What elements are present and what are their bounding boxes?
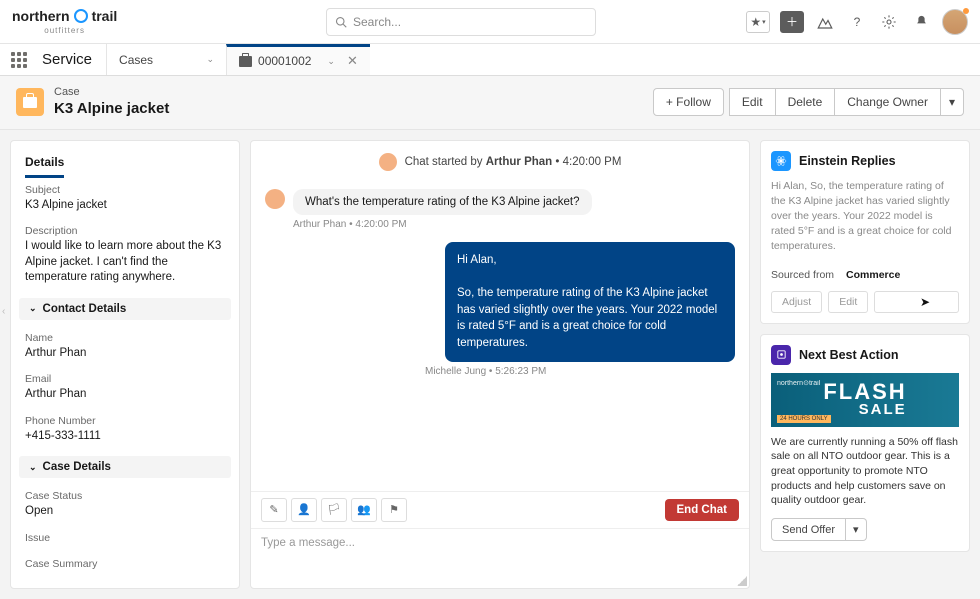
- scroll-indicator: ‹: [2, 306, 5, 317]
- status-label: Case Status: [25, 490, 225, 502]
- edit-reply-button[interactable]: Edit: [828, 291, 868, 313]
- chat-tool-5[interactable]: ⚑: [381, 498, 407, 522]
- notifications-icon[interactable]: [910, 11, 932, 33]
- name-label: Name: [25, 332, 225, 344]
- mouse-cursor-icon: ➤: [920, 295, 930, 309]
- send-offer-dropdown[interactable]: ▾: [846, 518, 867, 541]
- next-best-action-card: Next Best Action northern⊙trail FLASH SA…: [760, 334, 970, 552]
- app-launcher[interactable]: [0, 44, 38, 75]
- sourced-from: Sourced fromCommerce: [771, 269, 959, 281]
- email-label: Email: [25, 373, 225, 385]
- search-icon: [335, 16, 347, 28]
- follow-button[interactable]: + Follow: [653, 88, 724, 116]
- details-panel: Details Subject K3 Alpine jacket Descrip…: [10, 140, 240, 589]
- description-value: I would like to learn more about the K3 …: [25, 239, 225, 286]
- chat-tool-4[interactable]: 👥: [351, 498, 377, 522]
- favorites-button[interactable]: ★▾: [746, 11, 770, 33]
- details-tab[interactable]: Details: [25, 151, 64, 178]
- trailhead-icon[interactable]: [814, 11, 836, 33]
- phone-value: +415-333-1111: [25, 429, 225, 445]
- help-icon[interactable]: ?: [846, 11, 868, 33]
- einstein-replies-card: Einstein Replies Hi Alan, So, the temper…: [760, 140, 970, 324]
- chat-tool-1[interactable]: ✎: [261, 498, 287, 522]
- chevron-down-icon[interactable]: ⌄: [327, 56, 335, 67]
- brand-logo: northerntrail outfitters: [12, 9, 117, 35]
- resize-handle[interactable]: [737, 576, 747, 586]
- app-nav: Service Cases ⌄ 00001002 ⌄ ✕: [0, 44, 980, 76]
- insert-reply-button[interactable]: ➤: [874, 291, 959, 313]
- contact-details-header[interactable]: ⌄Contact Details: [19, 298, 231, 320]
- nba-title: Next Best Action: [799, 348, 899, 362]
- chat-tool-2[interactable]: 👤: [291, 498, 317, 522]
- einstein-title: Einstein Replies: [799, 154, 896, 168]
- record-type-label: Case: [54, 86, 169, 100]
- chevron-down-icon: ⌄: [29, 462, 37, 473]
- status-value: Open: [25, 504, 225, 520]
- subject-value: K3 Alpine jacket: [25, 198, 225, 214]
- briefcase-icon: [239, 56, 252, 67]
- edit-button[interactable]: Edit: [729, 88, 776, 116]
- email-value: Arthur Phan: [25, 387, 225, 403]
- case-details-header[interactable]: ⌄Case Details: [19, 456, 231, 478]
- message-bubble: What's the temperature rating of the K3 …: [293, 189, 592, 215]
- more-actions-button[interactable]: ▾: [940, 88, 964, 116]
- chevron-down-icon: ⌄: [206, 54, 214, 65]
- subject-label: Subject: [25, 184, 225, 196]
- case-icon: [16, 88, 44, 116]
- description-label: Description: [25, 225, 225, 237]
- nav-case-tab[interactable]: 00001002 ⌄ ✕: [226, 44, 370, 75]
- record-title: K3 Alpine jacket: [54, 100, 169, 119]
- chat-message-out: Hi Alan, So, the temperature rating of t…: [265, 242, 735, 362]
- global-add-button[interactable]: ＋: [780, 11, 804, 33]
- right-rail: Einstein Replies Hi Alan, So, the temper…: [760, 140, 970, 589]
- name-value: Arthur Phan: [25, 346, 225, 362]
- main-content: Details Subject K3 Alpine jacket Descrip…: [0, 130, 980, 599]
- record-header: Case K3 Alpine jacket + Follow Edit Dele…: [0, 76, 980, 130]
- einstein-icon: [771, 151, 791, 171]
- close-tab-icon[interactable]: ✕: [347, 53, 358, 69]
- nav-cases[interactable]: Cases ⌄: [106, 44, 226, 75]
- user-avatar[interactable]: [942, 9, 968, 35]
- search-placeholder: Search...: [353, 15, 401, 29]
- nba-description: We are currently running a 50% off flash…: [771, 435, 959, 508]
- delete-button[interactable]: Delete: [775, 88, 836, 116]
- chat-compose[interactable]: Type a message...: [251, 528, 749, 588]
- chat-panel: Chat started by Arthur Phan • 4:20:00 PM…: [250, 140, 750, 589]
- adjust-button[interactable]: Adjust: [771, 291, 822, 313]
- record-actions: + Follow Edit Delete Change Owner ▾: [654, 88, 964, 116]
- change-owner-button[interactable]: Change Owner: [834, 88, 941, 116]
- einstein-reply-text: Hi Alan, So, the temperature rating of t…: [771, 179, 959, 255]
- chat-toolbar: ✎ 👤 🏳 👥 ⚑ End Chat: [251, 491, 749, 528]
- chat-started-banner: Chat started by Arthur Phan • 4:20:00 PM: [251, 141, 749, 183]
- end-chat-button[interactable]: End Chat: [665, 499, 739, 521]
- avatar-icon: [265, 189, 285, 209]
- nba-icon: [771, 345, 791, 365]
- chat-message-in: What's the temperature rating of the K3 …: [265, 189, 735, 215]
- message-meta-out: Michelle Jung • 5:26:23 PM: [425, 366, 735, 377]
- compose-placeholder: Type a message...: [261, 537, 355, 549]
- phone-label: Phone Number: [25, 415, 225, 427]
- message-bubble-out: Hi Alan, So, the temperature rating of t…: [445, 242, 735, 362]
- message-meta: Arthur Phan • 4:20:00 PM: [293, 219, 735, 230]
- summary-label: Case Summary: [25, 558, 225, 570]
- global-header: northerntrail outfitters Search... ★▾ ＋ …: [0, 0, 980, 44]
- globe-icon: [74, 9, 88, 23]
- avatar-icon: [379, 153, 397, 171]
- chat-tool-3[interactable]: 🏳: [321, 498, 347, 522]
- flash-sale-banner: northern⊙trail FLASH SALE 24 HOURS ONLY: [771, 373, 959, 427]
- global-search[interactable]: Search...: [326, 8, 596, 36]
- chevron-down-icon: ⌄: [29, 303, 37, 314]
- app-name: Service: [38, 44, 106, 75]
- issue-label: Issue: [25, 532, 225, 544]
- settings-icon[interactable]: [878, 11, 900, 33]
- send-offer-button[interactable]: Send Offer: [771, 518, 846, 541]
